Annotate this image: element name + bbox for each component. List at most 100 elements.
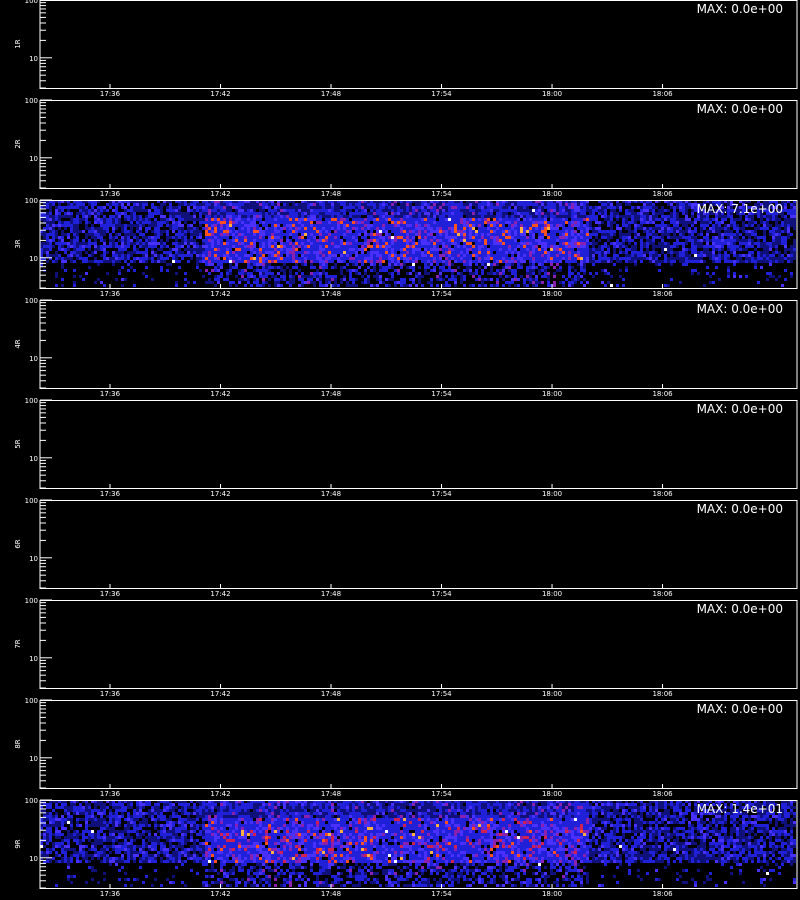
heatmap-cell: [322, 257, 325, 260]
heatmap-cell: [727, 230, 730, 233]
heatmap-cell: [667, 233, 670, 236]
heatmap-cell: [337, 218, 340, 221]
heatmap-cell: [49, 248, 52, 251]
heatmap-cell: [133, 218, 136, 221]
heatmap-cell: [124, 206, 127, 209]
heatmap-cell: [511, 257, 514, 260]
heatmap-cell: [376, 278, 379, 281]
heatmap-cell: [232, 257, 235, 260]
heatmap-cell: [646, 242, 649, 245]
heatmap-cell: [277, 281, 280, 284]
heatmap-cell: [424, 266, 427, 269]
heatmap-cell: [730, 221, 733, 224]
heatmap-cell: [538, 227, 541, 230]
x-tick-label: 17:36: [100, 90, 121, 98]
heatmap-cell: [91, 224, 94, 227]
heatmap-cell: [508, 227, 511, 230]
heatmap-cell: [367, 245, 370, 248]
heatmap-cell: [619, 227, 622, 230]
heatmap-cell: [247, 239, 250, 242]
heatmap-cell: [292, 212, 295, 215]
heatmap-cell: [142, 260, 145, 263]
heatmap-cell: [697, 242, 700, 245]
heatmap-cell: [745, 275, 748, 278]
heatmap-cell: [238, 233, 241, 236]
heatmap-cell: [460, 245, 463, 248]
heatmap-cell: [355, 272, 358, 275]
heatmap-cell: [628, 203, 631, 206]
heatmap-cell: [46, 260, 49, 263]
heatmap-cell: [349, 227, 352, 230]
heatmap-cell: [526, 269, 529, 272]
heatmap-cell: [508, 263, 511, 266]
heatmap-cell: [643, 242, 646, 245]
heatmap-cell: [475, 242, 478, 245]
heatmap-cell: [673, 245, 676, 248]
heatmap-cell: [268, 269, 271, 272]
heatmap-cell: [208, 209, 211, 212]
heatmap-cell: [412, 212, 415, 215]
heatmap-cell: [643, 257, 646, 260]
heatmap-cell: [475, 221, 478, 224]
heatmap-cell: [652, 209, 655, 212]
heatmap-cell: [283, 206, 286, 209]
heatmap-cell: [88, 248, 91, 251]
heatmap-cell: [109, 206, 112, 209]
heatmap-cell: [82, 209, 85, 212]
heatmap-cell: [91, 227, 94, 230]
heatmap-cell: [256, 239, 259, 242]
heatmap-cell: [607, 203, 610, 206]
heatmap-cell: [259, 245, 262, 248]
heatmap-cell: [337, 209, 340, 212]
heatmap-cell: [76, 248, 79, 251]
heatmap-cell: [193, 209, 196, 212]
heatmap-cell: [397, 245, 400, 248]
heatmap-cell: [604, 251, 607, 254]
heatmap-cell: [682, 209, 685, 212]
heatmap-cell: [265, 245, 268, 248]
heatmap-cell: [466, 215, 469, 218]
heatmap-cell: [586, 209, 589, 212]
heatmap-cell: [697, 257, 700, 260]
heatmap-cell: [421, 236, 424, 239]
heatmap-cell: [388, 251, 391, 254]
heatmap-cell: [208, 227, 211, 230]
heatmap-cell: [325, 278, 328, 281]
heatmap-cell: [424, 203, 427, 206]
heatmap-cell: [529, 278, 532, 281]
heatmap-cell: [79, 203, 82, 206]
heatmap-cell: [397, 263, 400, 266]
heatmap-cell: [547, 224, 550, 227]
heatmap-cell: [124, 248, 127, 251]
heatmap-cell: [331, 212, 334, 215]
heatmap-cell: [121, 212, 124, 215]
heatmap-cell: [388, 260, 391, 263]
heatmap-cell: [454, 260, 457, 263]
heatmap-cell: [220, 209, 223, 212]
heatmap-cell: [394, 215, 397, 218]
heatmap-cell: [199, 269, 202, 272]
heatmap-cell: [340, 254, 343, 257]
heatmap-cell: [70, 257, 73, 260]
heatmap-cell: [442, 230, 445, 233]
heatmap-cell: [382, 224, 385, 227]
heatmap-cell: [535, 242, 538, 245]
heatmap-cell: [670, 212, 673, 215]
heatmap-cell: [472, 230, 475, 233]
heatmap-cell: [286, 248, 289, 251]
heatmap-cell: [52, 245, 55, 248]
heatmap-cell: [253, 239, 256, 242]
heatmap-cell: [553, 218, 556, 221]
heatmap-cell: [430, 260, 433, 263]
heatmap-cell: [406, 251, 409, 254]
heatmap-cell: [667, 260, 670, 263]
heatmap-cell: [172, 206, 175, 209]
heatmap-cell: [109, 239, 112, 242]
heatmap-cell: [589, 260, 592, 263]
heatmap-cell: [190, 203, 193, 206]
heatmap-cell: [481, 212, 484, 215]
heatmap-cell: [496, 233, 499, 236]
heatmap-cell: [685, 254, 688, 257]
heatmap-cell: [436, 209, 439, 212]
heatmap-cell: [376, 215, 379, 218]
